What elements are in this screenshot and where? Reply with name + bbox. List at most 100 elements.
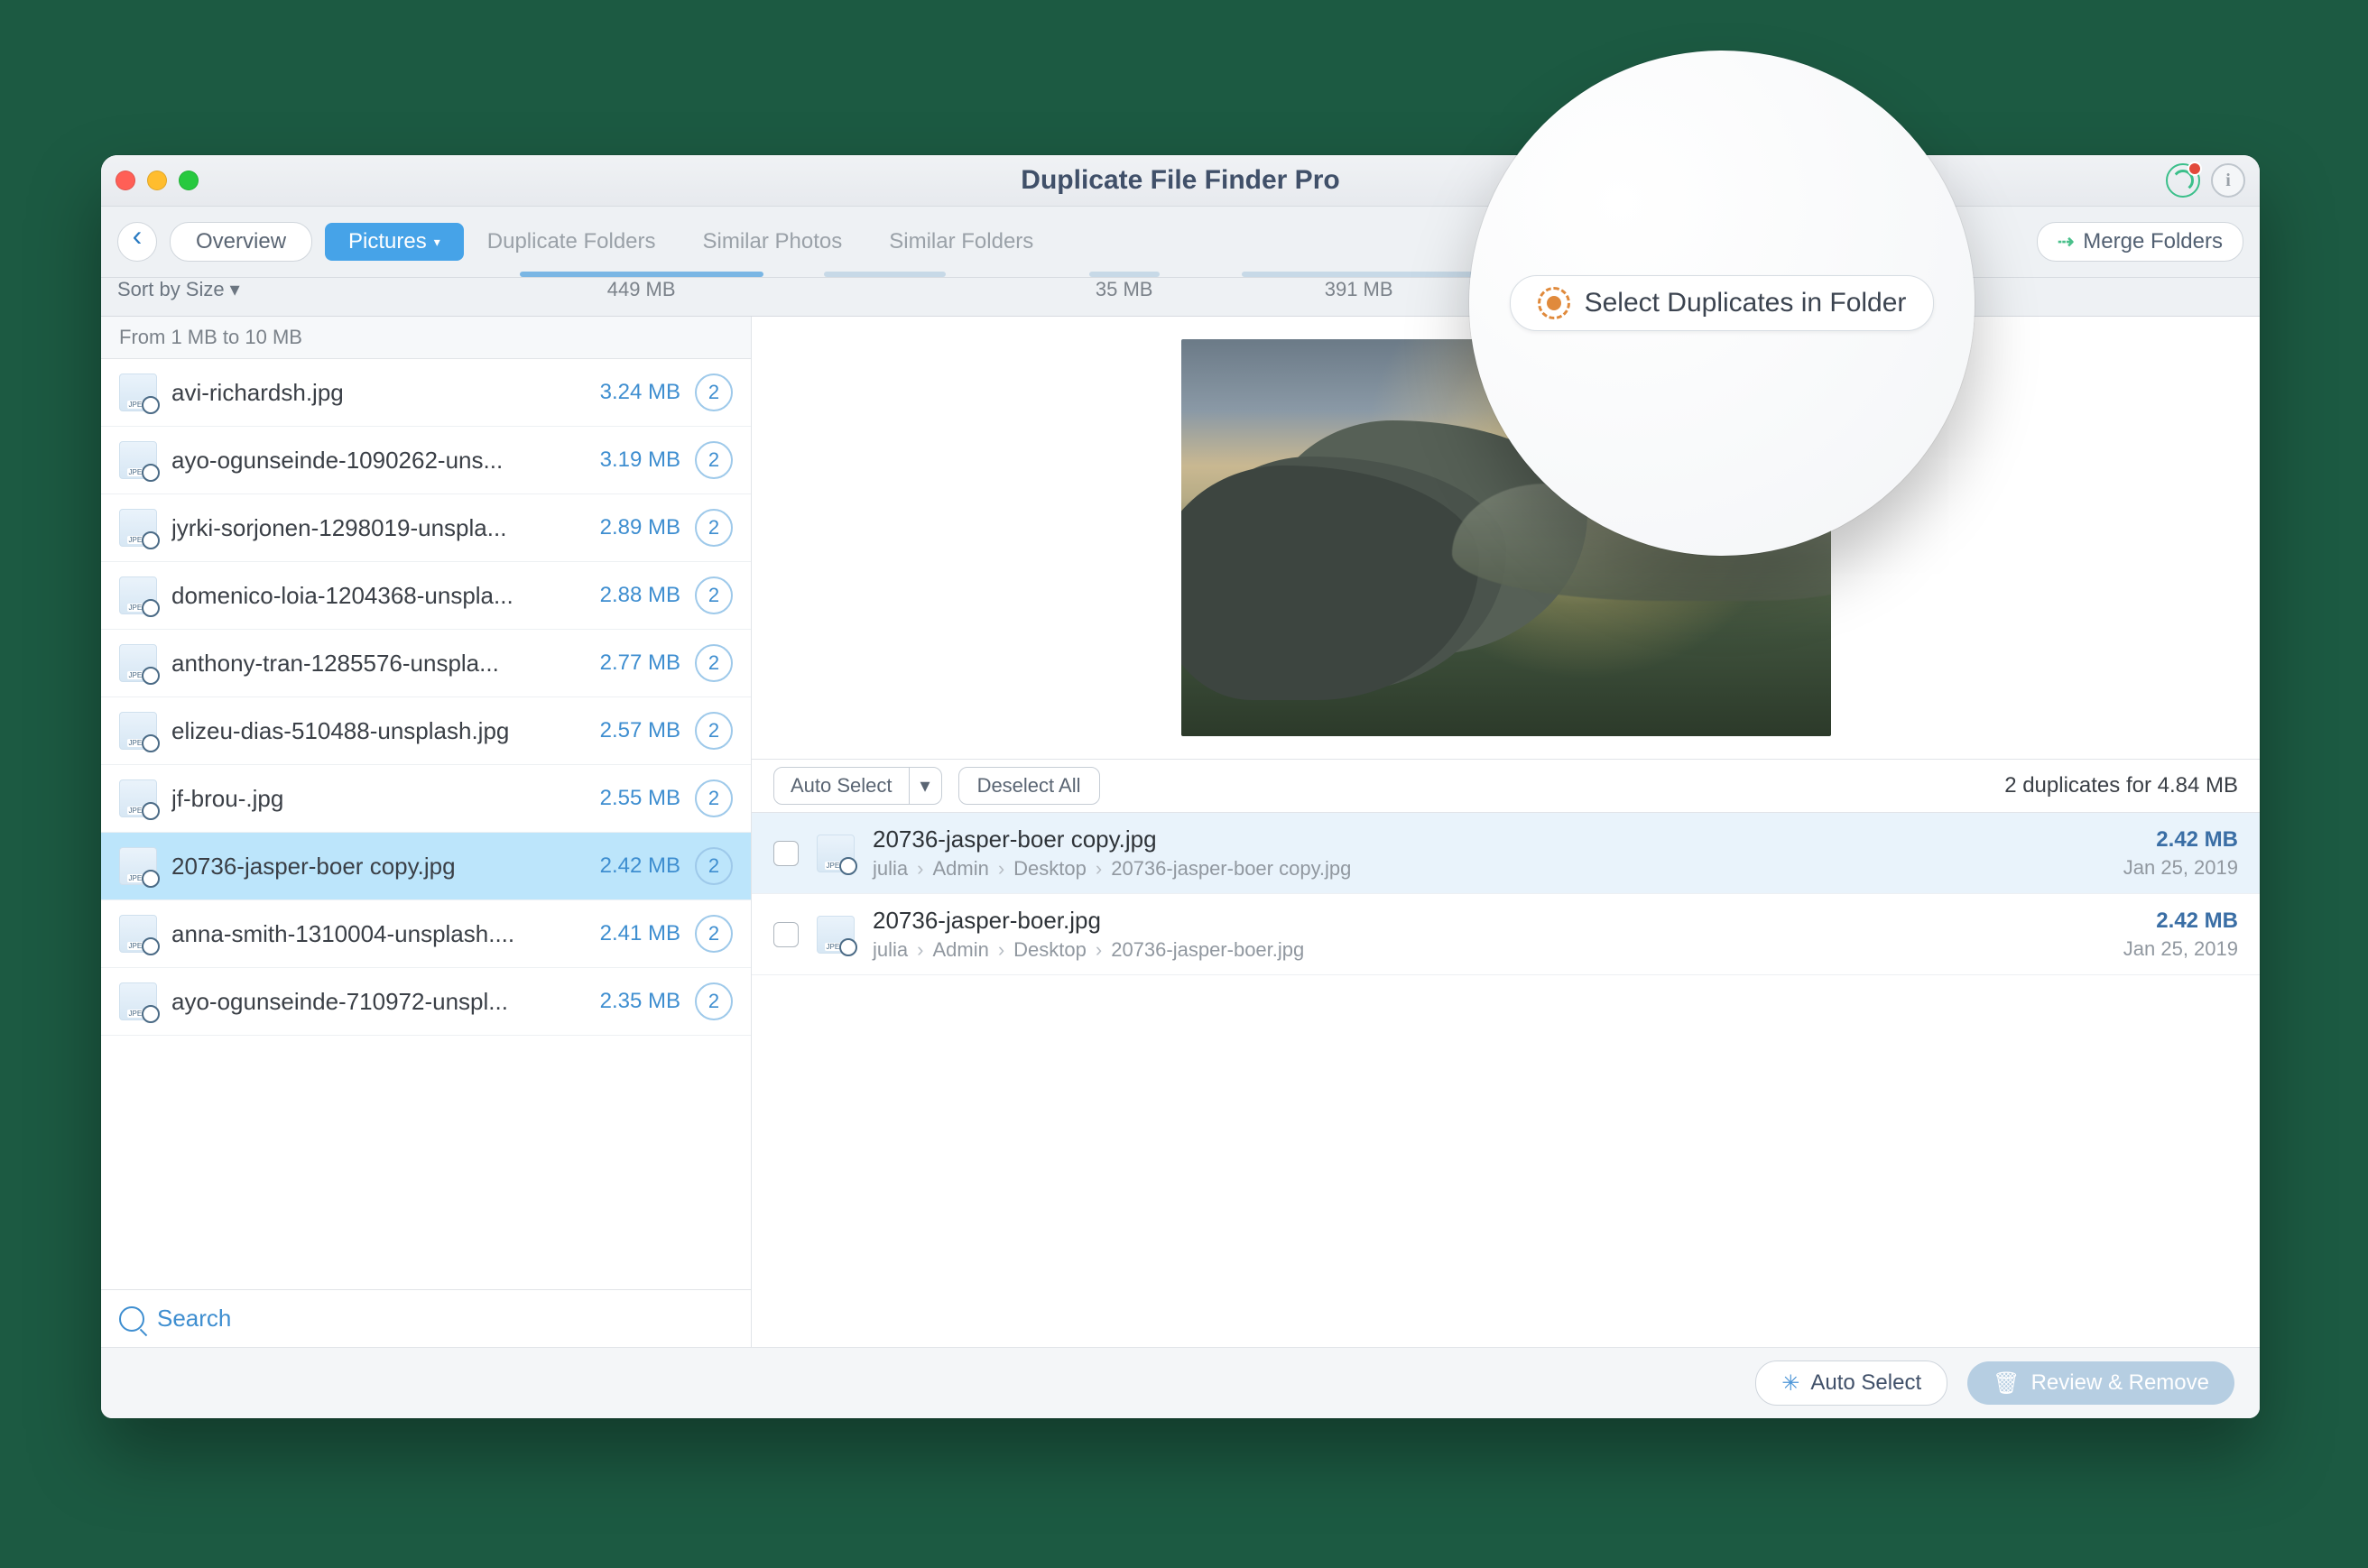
duplicates-list: 20736-jasper-boer copy.jpg julia›Admin›De… (752, 813, 2260, 1347)
dup-file-name: 20736-jasper-boer copy.jpg (873, 826, 2105, 853)
file-thumb-icon (119, 779, 157, 817)
list-item[interactable]: jf-brou-.jpg 2.55 MB 2 (101, 765, 751, 833)
category-tabs: Pictures Duplicate Folders Similar Photo… (325, 223, 1057, 261)
search-icon (119, 1306, 144, 1332)
target-icon (1538, 287, 1570, 319)
file-name: ayo-ogunseinde-1090262-uns... (171, 447, 586, 475)
select-duplicates-in-folder-button[interactable]: Select Duplicates in Folder (1510, 275, 1935, 331)
file-thumb-icon (119, 509, 157, 547)
review-remove-button[interactable]: Review & Remove (1967, 1361, 2234, 1405)
close-icon[interactable] (116, 171, 135, 190)
chevron-down-icon (434, 235, 440, 250)
dup-file-size: 2.42 MB (2123, 827, 2238, 853)
auto-select-split-button[interactable]: Auto Select (773, 767, 942, 805)
file-thumb-icon (119, 441, 157, 479)
callout-lens: Select Duplicates in Folder (1469, 51, 1975, 556)
callout-label: Select Duplicates in Folder (1585, 288, 1907, 318)
auto-select-button[interactable]: ✳︎ Auto Select (1755, 1360, 1947, 1406)
overview-button[interactable]: Overview (170, 222, 312, 262)
zoom-icon[interactable] (179, 171, 199, 190)
deselect-all-button[interactable]: Deselect All (958, 767, 1100, 805)
checkbox[interactable] (773, 841, 799, 866)
search-input[interactable]: Search (101, 1289, 751, 1347)
chevron-down-icon[interactable] (909, 768, 941, 804)
file-size: 2.41 MB (600, 921, 680, 946)
file-size: 2.89 MB (600, 515, 680, 540)
tab-similar-photos[interactable]: Similar Photos (680, 223, 866, 261)
file-size: 2.77 MB (600, 650, 680, 676)
file-thumb-icon (119, 915, 157, 953)
tab-size: 391 MB (1325, 278, 1393, 300)
file-name: ayo-ogunseinde-710972-unspl... (171, 988, 586, 1016)
info-icon[interactable] (2211, 163, 2245, 198)
breadcrumb: julia›Admin›Desktop›20736-jasper-boer co… (873, 857, 2105, 881)
duplicates-summary: 2 duplicates for 4.84 MB (2004, 773, 2238, 798)
list-item[interactable]: anthony-tran-1285576-unspla... 2.77 MB 2 (101, 630, 751, 697)
chevron-left-icon (133, 234, 143, 250)
minimize-icon[interactable] (147, 171, 167, 190)
tab-label: Duplicate Folders (487, 229, 656, 254)
dup-count-badge: 2 (695, 374, 733, 411)
file-size: 2.35 MB (600, 989, 680, 1014)
list-item[interactable]: avi-richardsh.jpg3.24 MB2 (101, 359, 751, 427)
file-list[interactable]: avi-richardsh.jpg3.24 MB2ayo-ogunseinde-… (101, 359, 751, 1289)
file-name: anna-smith-1310004-unsplash.... (171, 920, 586, 948)
tab-label: Similar Photos (703, 229, 843, 254)
file-thumb-icon (817, 916, 855, 954)
merge-icon (2058, 230, 2074, 254)
list-item[interactable]: jyrki-sorjonen-1298019-unspla...2.89 MB2 (101, 494, 751, 562)
wand-icon: ✳︎ (1781, 1370, 1799, 1397)
dup-count-badge: 2 (695, 644, 733, 682)
search-placeholder: Search (157, 1305, 231, 1333)
back-button[interactable] (117, 222, 157, 262)
merge-folders-button[interactable]: Merge Folders (2037, 222, 2243, 262)
sort-by-toggle[interactable]: Sort by Size (117, 278, 240, 301)
file-thumb-icon (119, 576, 157, 614)
tab-duplicate-folders[interactable]: Duplicate Folders (464, 223, 680, 261)
file-thumb-icon (119, 644, 157, 682)
file-name: jf-brou-.jpg (171, 785, 586, 813)
table-row[interactable]: 20736-jasper-boer copy.jpg julia›Admin›De… (752, 813, 2260, 894)
tab-similar-folders[interactable]: Similar Folders (865, 223, 1057, 261)
breadcrumb: julia›Admin›Desktop›20736-jasper-boer.jp… (873, 938, 2105, 962)
list-item[interactable]: domenico-loia-1204368-unspla...2.88 MB2 (101, 562, 751, 630)
file-size: 2.88 MB (600, 583, 680, 608)
tab-label: Similar Folders (889, 229, 1033, 254)
tab-label: Pictures (348, 229, 427, 254)
file-name: 20736-jasper-boer copy.jpg (171, 853, 586, 881)
file-thumb-icon (119, 712, 157, 750)
dup-file-date: Jan 25, 2019 (2123, 856, 2238, 880)
dup-file-size: 2.42 MB (2123, 909, 2238, 934)
auto-select-label: Auto Select (774, 768, 909, 804)
list-item[interactable]: 20736-jasper-boer copy.jpg 2.42 MB 2 (101, 833, 751, 900)
tab-pictures[interactable]: Pictures (325, 223, 464, 261)
list-item[interactable]: ayo-ogunseinde-710972-unspl... 2.35 MB 2 (101, 968, 751, 1036)
file-size: 2.55 MB (600, 786, 680, 811)
checkbox[interactable] (773, 922, 799, 947)
dup-count-badge: 2 (695, 847, 733, 885)
file-thumb-icon (817, 835, 855, 872)
duplicates-toolbar: Auto Select Deselect All 2 duplicates fo… (752, 760, 2260, 813)
file-name: domenico-loia-1204368-unspla... (171, 582, 586, 610)
file-size: 2.42 MB (600, 853, 680, 879)
dup-count-badge: 2 (695, 982, 733, 1020)
size-group-header: From 1 MB to 10 MB (101, 317, 751, 359)
dup-file-name: 20736-jasper-boer.jpg (873, 907, 2105, 935)
trash-icon (1993, 1370, 2020, 1397)
dup-count-badge: 2 (695, 441, 733, 479)
updates-icon[interactable] (2166, 163, 2200, 198)
dup-count-badge: 2 (695, 779, 733, 817)
sidebar: From 1 MB to 10 MB avi-richardsh.jpg3.24… (101, 317, 752, 1347)
file-size: 3.24 MB (600, 380, 680, 405)
window-controls (116, 171, 199, 190)
file-thumb-icon (119, 847, 157, 885)
footer: ✳︎ Auto Select Review & Remove (101, 1347, 2260, 1418)
list-item[interactable]: elizeu-dias-510488-unsplash.jpg2.57 MB2 (101, 697, 751, 765)
merge-label: Merge Folders (2083, 229, 2223, 254)
table-row[interactable]: 20736-jasper-boer.jpg julia›Admin›Desktop… (752, 894, 2260, 975)
list-item[interactable]: ayo-ogunseinde-1090262-uns...3.19 MB2 (101, 427, 751, 494)
list-item[interactable]: anna-smith-1310004-unsplash....2.41 MB2 (101, 900, 751, 968)
file-size: 2.57 MB (600, 718, 680, 743)
file-name: jyrki-sorjonen-1298019-unspla... (171, 514, 586, 542)
file-name: anthony-tran-1285576-unspla... (171, 650, 586, 678)
